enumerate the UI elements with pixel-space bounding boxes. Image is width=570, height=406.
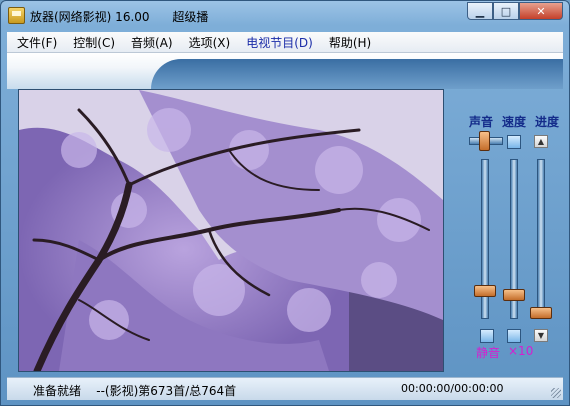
- speed-thumb[interactable]: [503, 289, 525, 302]
- close-icon: ✕: [536, 4, 546, 18]
- minimize-icon: ▁: [475, 4, 485, 18]
- app-icon: [8, 7, 25, 24]
- up-arrow-icon: ▲: [537, 137, 545, 146]
- video-area[interactable]: [18, 89, 444, 372]
- menu-help[interactable]: 帮助(H): [329, 34, 371, 51]
- window-controls: ▁ □ ✕: [467, 2, 563, 20]
- progress-label: 进度: [535, 115, 560, 129]
- maximize-icon: □: [500, 4, 512, 18]
- mute-checkbox[interactable]: [480, 329, 494, 343]
- resize-grip-icon[interactable]: [551, 388, 561, 398]
- progress-down-button[interactable]: ▼: [534, 329, 548, 342]
- menu-tv-programs[interactable]: 电视节目(D): [246, 34, 313, 51]
- header-wave: [151, 59, 563, 89]
- status-text: 准备就绪 --(影视)第673首/总764首: [33, 384, 237, 398]
- progress-thumb[interactable]: [530, 307, 552, 319]
- playback-time: 00:00:00/00:00:00: [401, 382, 504, 395]
- menu-control[interactable]: 控制(C): [73, 34, 115, 51]
- video-frame-image: [19, 90, 443, 371]
- title-bar[interactable]: 放器(网络影视) 16.00 超级播 ▁ □ ✕: [1, 1, 569, 31]
- down-arrow-icon: ▼: [537, 331, 545, 340]
- speed-reset-button[interactable]: [507, 135, 521, 149]
- speed-multiplier-checkbox[interactable]: [507, 329, 521, 343]
- balance-thumb[interactable]: [479, 131, 490, 151]
- window-title: 放器(网络影视) 16.00 超级播: [30, 10, 209, 24]
- progress-up-button[interactable]: ▲: [534, 135, 548, 148]
- maximize-button[interactable]: □: [493, 2, 519, 20]
- mute-label: 静音: [476, 346, 501, 360]
- menu-options[interactable]: 选项(X): [189, 34, 231, 51]
- progress-track[interactable]: [537, 159, 545, 319]
- status-bar: 准备就绪 --(影视)第673首/总764首 00:00:00/00:00:00: [7, 377, 563, 400]
- minimize-button[interactable]: ▁: [467, 2, 493, 20]
- volume-thumb[interactable]: [474, 284, 496, 297]
- control-panel: 声音 速度 进度 ▲ ▼ 静音 ×10: [461, 89, 565, 379]
- speed-label: 速度: [502, 115, 527, 129]
- volume-label: 声音: [469, 115, 494, 129]
- menu-audio[interactable]: 音频(A): [131, 34, 173, 51]
- close-button[interactable]: ✕: [519, 2, 563, 20]
- menu-bar: 文件(F) 控制(C) 音频(A) 选项(X) 电视节目(D) 帮助(H): [7, 32, 563, 53]
- player-window: 放器(网络影视) 16.00 超级播 ▁ □ ✕ 文件(F) 控制(C) 音频(…: [0, 0, 570, 406]
- speed-multiplier-label: ×10: [508, 344, 534, 358]
- menu-file[interactable]: 文件(F): [17, 34, 57, 51]
